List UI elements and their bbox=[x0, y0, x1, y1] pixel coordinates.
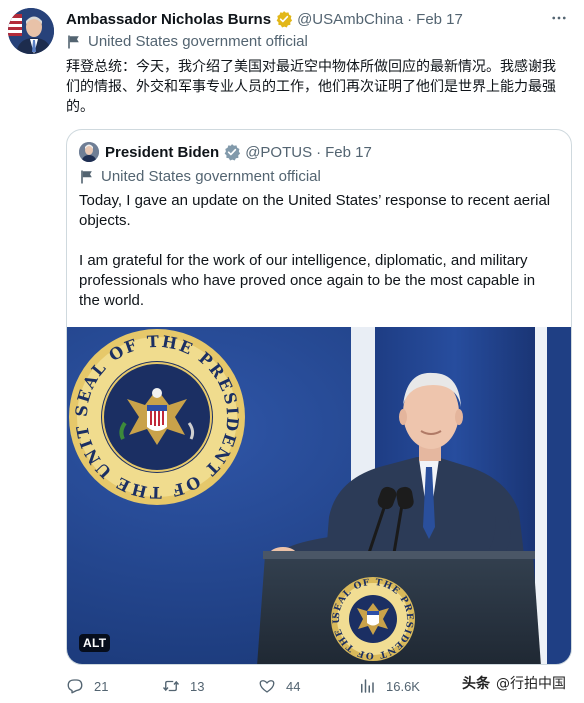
quoted-tweet[interactable]: President Biden @POTUS · Feb 17 United S… bbox=[66, 129, 572, 665]
like-count: 44 bbox=[286, 678, 301, 694]
quoted-author-avatar[interactable] bbox=[79, 142, 99, 162]
quoted-date[interactable]: Feb 17 bbox=[325, 144, 372, 161]
author-handle[interactable]: @USAmbChina bbox=[297, 11, 403, 28]
gov-official-label[interactable]: United States government official bbox=[66, 33, 308, 50]
quoted-display-name[interactable]: President Biden bbox=[105, 144, 219, 161]
flag-icon bbox=[66, 34, 82, 50]
reply-button[interactable]: 21 bbox=[66, 677, 108, 695]
photo-biden-at-podium: SEAL OF THE PRESIDENT OF THE UNITED STAT… bbox=[67, 327, 571, 664]
watermark: 头条 @行拍中国 bbox=[462, 673, 566, 693]
verified-gray-badge-icon[interactable] bbox=[223, 143, 241, 161]
quoted-gov-official-label-text: United States government official bbox=[101, 168, 321, 185]
retweet-count: 13 bbox=[190, 678, 205, 694]
views-button[interactable]: 16.6K bbox=[358, 677, 420, 695]
tweet-date[interactable]: Feb 17 bbox=[416, 11, 463, 28]
tweet[interactable]: Ambassador Nicholas Burns @USAmbChina · … bbox=[0, 0, 584, 703]
reply-count: 21 bbox=[94, 678, 109, 694]
retweet-icon bbox=[162, 680, 180, 692]
author-avatar[interactable] bbox=[8, 8, 54, 54]
views-count: 16.6K bbox=[386, 678, 420, 694]
quoted-tweet-header: President Biden @POTUS · Feb 17 bbox=[79, 142, 372, 162]
gov-official-label-text: United States government official bbox=[88, 33, 308, 50]
author-display-name[interactable]: Ambassador Nicholas Burns bbox=[66, 11, 271, 28]
views-icon bbox=[361, 679, 374, 693]
like-button[interactable]: 44 bbox=[258, 677, 300, 695]
like-icon bbox=[259, 680, 275, 693]
quoted-paragraph-1: Today, I gave an update on the United St… bbox=[79, 192, 551, 229]
separator-dot: · bbox=[316, 143, 322, 161]
flag-icon bbox=[79, 169, 95, 185]
reply-icon bbox=[67, 679, 83, 694]
watermark-account: @行拍中国 bbox=[496, 676, 566, 692]
more-icon[interactable] bbox=[550, 9, 568, 32]
quoted-paragraph-2: I am grateful for the work of our intell… bbox=[79, 252, 536, 309]
quoted-handle[interactable]: @POTUS bbox=[245, 144, 312, 161]
watermark-brand: 头条 bbox=[462, 676, 490, 692]
tweet-photo[interactable]: SEAL OF THE PRESIDENT OF THE UNITED STAT… bbox=[67, 327, 571, 664]
tweet-text: 拜登总统：今天，我介绍了美国对最近空中物体所做回应的最新情况。我感谢我们的情报、… bbox=[66, 59, 556, 115]
separator-dot: · bbox=[407, 10, 413, 28]
verified-gold-badge-icon[interactable] bbox=[275, 10, 293, 28]
tweet-header: Ambassador Nicholas Burns @USAmbChina · … bbox=[66, 9, 568, 29]
retweet-button[interactable]: 13 bbox=[162, 677, 204, 695]
alt-text-button[interactable]: ALT bbox=[79, 634, 111, 652]
quoted-tweet-text: Today, I gave an update on the United St… bbox=[79, 191, 559, 311]
quoted-gov-official-label[interactable]: United States government official bbox=[79, 168, 321, 185]
